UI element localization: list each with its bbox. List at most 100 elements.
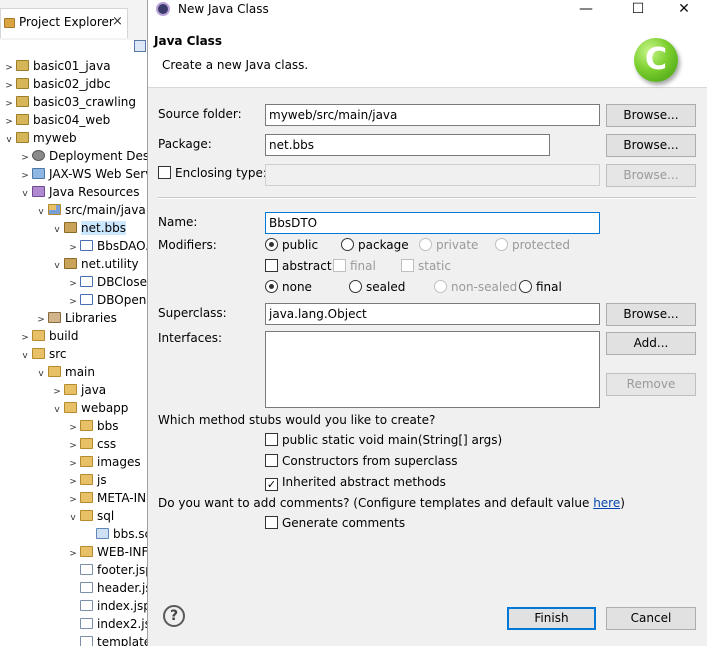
checkbox-box[interactable] bbox=[265, 433, 278, 446]
radio-dot[interactable] bbox=[349, 280, 362, 293]
checkbox-box[interactable] bbox=[265, 454, 278, 467]
checkbox-box[interactable] bbox=[265, 259, 278, 272]
chevron-down-icon[interactable]: v bbox=[20, 185, 30, 203]
tree-item[interactable]: > js bbox=[68, 471, 106, 489]
tree-item[interactable]: > build bbox=[20, 327, 78, 345]
dialog-titlebar[interactable]: New Java Class — ☐ ✕ bbox=[148, 0, 707, 20]
modifier-public-radio[interactable]: public bbox=[265, 238, 318, 254]
stub-main-checkbox[interactable]: public static void main(String[] args) bbox=[265, 433, 502, 449]
tree-item[interactable]: bbs.sc bbox=[84, 525, 150, 543]
tree-item[interactable]: v sql bbox=[68, 507, 114, 525]
tree-item[interactable]: footer.jsp bbox=[68, 561, 150, 579]
tree-item[interactable]: v src bbox=[20, 345, 66, 365]
sealing-non-sealed-radio: non-sealed bbox=[434, 280, 517, 296]
superclass-field[interactable]: java.lang.Object bbox=[265, 303, 600, 325]
tree-item[interactable]: > Deployment Desc bbox=[20, 147, 150, 165]
tree-item[interactable]: template bbox=[68, 633, 150, 646]
name-field[interactable]: BbsDTO bbox=[265, 212, 600, 234]
folder-icon bbox=[80, 474, 93, 485]
tree-item[interactable]: > basic01_java bbox=[4, 57, 110, 75]
tree-item[interactable]: > css bbox=[68, 435, 116, 453]
radio-dot[interactable] bbox=[341, 238, 354, 251]
tree-item[interactable]: > java bbox=[52, 381, 106, 399]
radio-dot[interactable] bbox=[265, 280, 278, 293]
tree-item[interactable]: > basic04_web bbox=[4, 111, 110, 129]
tree-item[interactable]: header.js bbox=[68, 579, 150, 597]
add-interface-button[interactable]: Add... bbox=[606, 332, 696, 355]
sealing-none-radio[interactable]: none bbox=[265, 280, 312, 296]
chevron-down-icon[interactable]: v bbox=[68, 509, 78, 527]
modifier-protected-radio: protected bbox=[495, 238, 570, 254]
tree-item[interactable]: > BbsDAO. bbox=[68, 237, 149, 255]
tab-label: Project Explorer bbox=[19, 15, 114, 29]
finish-button[interactable]: Finish bbox=[507, 607, 596, 630]
source-folder-browse-button[interactable]: Browse... bbox=[606, 104, 696, 127]
project-explorer: Project Explorer × > basic01_java > basic0… bbox=[0, 0, 150, 646]
stub-constructors-checkbox[interactable]: Constructors from superclass bbox=[265, 454, 458, 470]
tree-item[interactable]: > WEB-INF bbox=[68, 543, 148, 561]
modifier-final-checkbox: final bbox=[333, 259, 376, 275]
checkbox-box[interactable] bbox=[158, 166, 171, 179]
chevron-down-icon[interactable]: v bbox=[52, 221, 62, 239]
tree-item[interactable]: > bbs bbox=[68, 417, 118, 435]
chevron-down-icon[interactable]: v bbox=[20, 347, 30, 365]
tree-item[interactable]: > DBOpen. bbox=[68, 291, 150, 309]
tree-item[interactable]: > JAX-WS Web Serv bbox=[20, 165, 150, 183]
tree-item[interactable]: v myweb bbox=[4, 129, 76, 149]
tree-item[interactable]: index2.js bbox=[68, 615, 150, 633]
interfaces-label: Interfaces: bbox=[158, 331, 223, 345]
chevron-down-icon[interactable]: v bbox=[36, 365, 46, 383]
maximize-button[interactable]: ☐ bbox=[615, 0, 661, 20]
chevron-down-icon[interactable]: v bbox=[52, 401, 62, 419]
package-field[interactable]: net.bbs bbox=[265, 134, 550, 156]
tab-project-explorer[interactable]: Project Explorer × bbox=[0, 8, 128, 38]
help-icon[interactable]: ? bbox=[163, 605, 185, 627]
project-explorer-icon bbox=[4, 18, 15, 28]
source-folder-field[interactable]: myweb/src/main/java bbox=[265, 104, 600, 126]
tree-item[interactable]: v net.bbs bbox=[52, 219, 126, 237]
tree-item[interactable]: v src/main/java bbox=[36, 201, 145, 221]
modifier-package-radio[interactable]: package bbox=[341, 238, 409, 254]
package-icon bbox=[64, 222, 77, 233]
close-button[interactable]: ✕ bbox=[661, 0, 707, 20]
radio-dot[interactable] bbox=[265, 238, 278, 251]
close-icon[interactable]: × bbox=[112, 14, 123, 29]
checkbox-box[interactable] bbox=[265, 516, 278, 529]
generate-comments-checkbox[interactable]: Generate comments bbox=[265, 516, 405, 532]
package-icon bbox=[64, 258, 77, 269]
tree-item[interactable]: index.jsp bbox=[68, 597, 150, 615]
tree-item[interactable]: > images bbox=[68, 453, 140, 471]
radio-dot[interactable] bbox=[519, 280, 532, 293]
sealing-sealed-radio[interactable]: sealed bbox=[349, 280, 405, 296]
minimize-button[interactable]: — bbox=[563, 0, 609, 20]
tree-item[interactable]: v net.utility bbox=[52, 255, 138, 275]
modifier-abstract-checkbox[interactable]: abstract bbox=[265, 259, 332, 275]
tree-item[interactable]: v main bbox=[36, 363, 95, 381]
configure-templates-link[interactable]: here bbox=[593, 496, 620, 510]
chevron-down-icon[interactable]: v bbox=[36, 203, 46, 221]
chevron-down-icon[interactable]: v bbox=[52, 257, 62, 275]
check-icon[interactable]: ✓ bbox=[265, 478, 278, 491]
tree-item[interactable]: > basic03_crawling bbox=[4, 93, 136, 111]
tree-item[interactable]: v webapp bbox=[52, 399, 128, 417]
new-java-class-dialog: New Java Class — ☐ ✕ Java Class Create a… bbox=[147, 0, 707, 646]
package-label: Package: bbox=[158, 137, 212, 151]
stub-inherited-abstract-checkbox[interactable]: ✓ Inherited abstract methods bbox=[265, 475, 446, 491]
sealing-final-radio[interactable]: final bbox=[519, 280, 562, 296]
tree-item[interactable]: > Libraries bbox=[36, 309, 117, 327]
tree-item[interactable]: > basic02_jdbc bbox=[4, 75, 110, 93]
cancel-button[interactable]: Cancel bbox=[606, 607, 696, 630]
chevron-down-icon[interactable]: v bbox=[4, 131, 14, 149]
tree-item[interactable]: v Java Resources bbox=[20, 183, 139, 201]
java-file-icon bbox=[80, 276, 93, 287]
collapse-all-icon[interactable] bbox=[134, 40, 146, 52]
interfaces-list[interactable] bbox=[265, 331, 600, 408]
package-browse-button[interactable]: Browse... bbox=[606, 134, 696, 157]
tree-item[interactable]: > DBClose. bbox=[68, 273, 150, 291]
enclosing-type-checkbox[interactable]: Enclosing type: bbox=[158, 166, 267, 182]
superclass-browse-button[interactable]: Browse... bbox=[606, 303, 696, 326]
tree-item[interactable]: > META-IN bbox=[68, 489, 146, 507]
wizard-heading: Java Class bbox=[154, 34, 222, 48]
java-class-wizard-icon: C bbox=[634, 38, 678, 82]
jsp-file-icon bbox=[80, 564, 93, 575]
